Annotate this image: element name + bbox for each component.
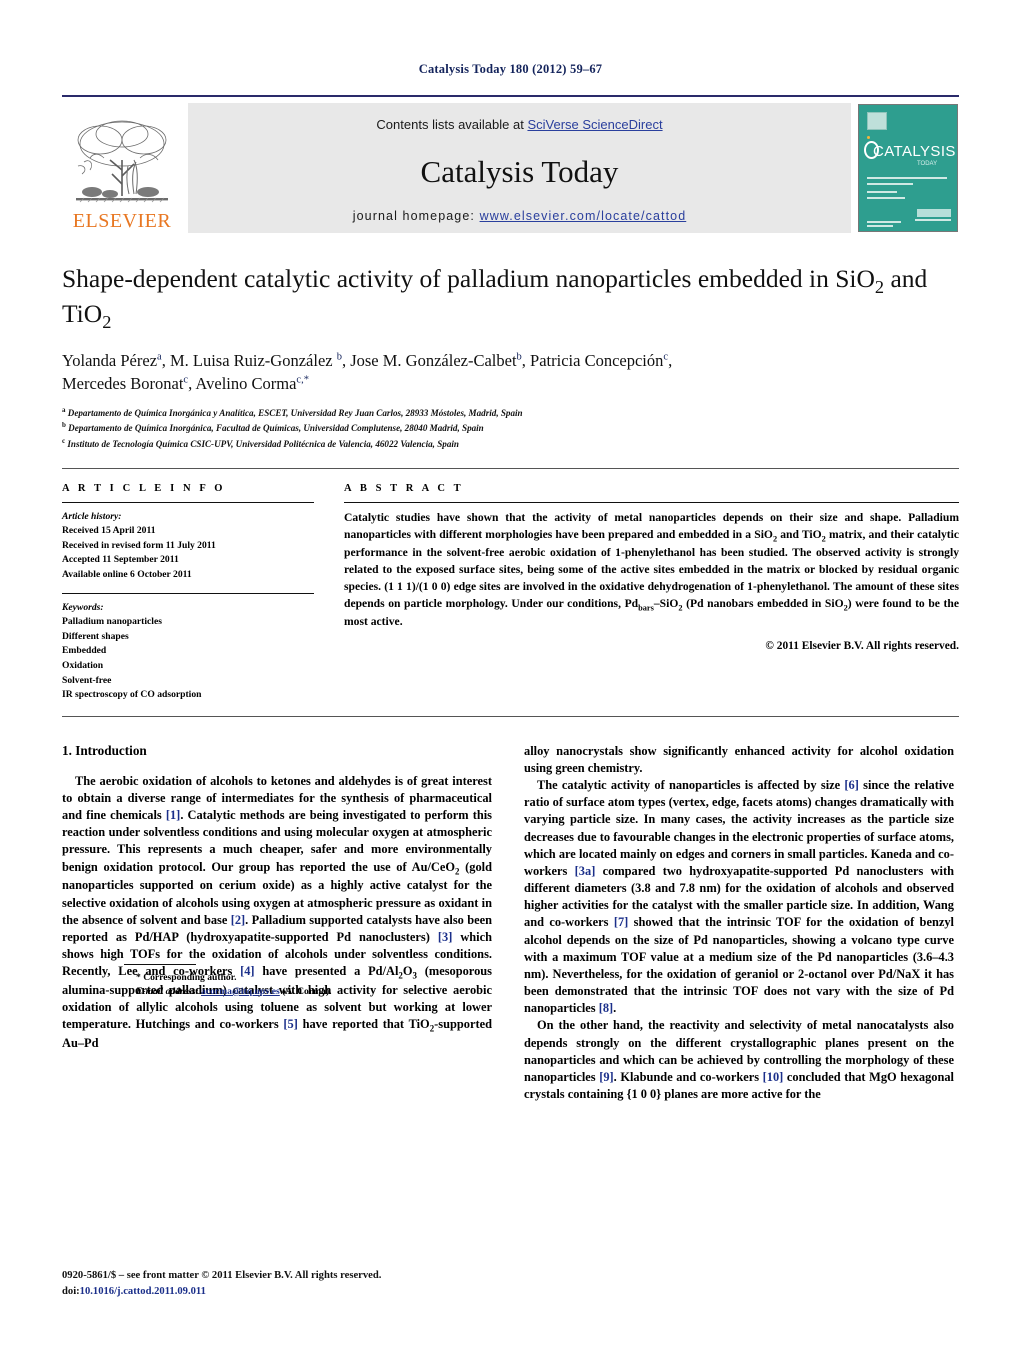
journal-homepage-line: journal homepage: www.elsevier.com/locat… (353, 209, 687, 223)
history-item: Received in revised form 11 July 2011 (62, 539, 216, 551)
keyword-item: Oxidation (62, 659, 104, 671)
homepage-prefix: journal homepage: (352, 209, 480, 223)
abstract-body: Catalytic studies have shown that the ac… (344, 510, 959, 629)
corresponding-author-footnote: * Corresponding author. E-mail address: … (124, 963, 554, 1000)
journal-cover-thumbnail[interactable]: CATALYSIS TODAY (857, 103, 959, 233)
cover-journal-subtitle: TODAY (917, 161, 938, 167)
keyword-item: IR spectroscopy of CO adsorption (62, 689, 202, 701)
elsevier-logo: ELSEVIER (62, 103, 182, 233)
contents-prefix: Contents lists available at (376, 117, 528, 132)
history-item: Available online 6 October 2011 (62, 569, 192, 581)
title-rule (62, 467, 959, 469)
abstract-copyright: © 2011 Elsevier B.V. All rights reserved… (765, 640, 959, 653)
info-abstract-row: A R T I C L E I N F O Article history: R… (62, 483, 959, 703)
keywords-separator (62, 592, 314, 594)
keyword-item: Different shapes (62, 630, 129, 642)
cover-dot-icon (867, 136, 870, 139)
footnote-rule (124, 963, 196, 965)
contents-available-line: Contents lists available at SciVerse Sci… (376, 117, 662, 132)
body-paragraph: The aerobic oxidation of alcohols to ket… (62, 773, 492, 1051)
affiliation-list: a Departamento de Química Inorgánica y A… (62, 405, 959, 452)
keyword-item: Embedded (62, 645, 107, 657)
abstract-rule (344, 501, 959, 503)
section-heading-introduction: 1. Introduction (62, 742, 147, 758)
footnote-text: * Corresponding author. E-mail address: … (124, 971, 554, 1000)
body-paragraph: On the other hand, the reactivity and se… (524, 1018, 954, 1102)
email-label: E-mail address: (136, 985, 199, 997)
keywords-group: Keywords: Palladium nanoparticles Differ… (62, 601, 314, 703)
sciencedirect-link[interactable]: SciVerse ScienceDirect (527, 117, 662, 132)
affiliation-c: c Instituto de Tecnología Química CSIC-U… (62, 437, 459, 450)
article-history-label: Article history: (62, 510, 122, 522)
doi-label: doi: (62, 1285, 80, 1297)
elsevier-tree-icon (70, 114, 174, 210)
article-info-rule (62, 501, 314, 503)
author-list: Yolanda Péreza, M. Luisa Ruiz-González b… (62, 350, 673, 393)
keyword-item: Palladium nanoparticles (62, 616, 162, 628)
corresponding-author-note: * Corresponding author. (136, 971, 237, 983)
article-history-group: Article history: Received 15 April 2011 … (62, 510, 314, 583)
issn-copyright-line: 0920-5861/$ – see front matter © 2011 El… (62, 1270, 382, 1282)
title-block: Shape-dependent catalytic activity of pa… (62, 263, 959, 452)
email-line: E-mail address: acorma@itq.upv.es (A. Co… (136, 985, 554, 999)
banner-center: Contents lists available at SciVerse Sci… (188, 103, 851, 233)
abstract-heading: A B S T R A C T (344, 482, 464, 494)
page-footer: 0920-5861/$ – see front matter © 2011 El… (62, 1268, 582, 1299)
history-item: Accepted 11 September 2011 (62, 554, 179, 566)
history-item: Received 15 April 2011 (62, 525, 156, 537)
keywords-label: Keywords: (62, 601, 104, 613)
page-title: Shape-dependent catalytic activity of pa… (62, 264, 928, 333)
body-column-left: 1. Introduction The aerobic oxidation of… (62, 743, 492, 1104)
abstract-column: A B S T R A C T Catalytic studies have s… (344, 483, 959, 703)
journal-banner: ELSEVIER Contents lists available at Sci… (62, 95, 959, 233)
body-columns: 1. Introduction The aerobic oxidation of… (62, 743, 959, 1104)
cover-journal-title: CATALYSIS (873, 143, 956, 160)
email-owner: (A. Corma). (282, 985, 332, 997)
body-column-right: alloy nanocrystals show significantly en… (524, 743, 954, 1104)
keyword-item: Solvent-free (62, 674, 112, 686)
journal-homepage-link[interactable]: www.elsevier.com/locate/cattod (480, 209, 687, 223)
paper-page: Catalysis Today 180 (2012) 59–67 ELSEVIE… (0, 0, 1021, 1351)
body-paragraph: alloy nanocrystals show significantly en… (524, 743, 954, 775)
running-head: Catalysis Today 180 (2012) 59–67 (418, 62, 603, 76)
journal-title: Catalysis Today (420, 154, 619, 189)
abstract-bottom-rule (62, 715, 959, 717)
doi-value: 10.1016/j.cattod.2011.09.011 (79, 1285, 206, 1297)
doi-line: doi:10.1016/j.cattod.2011.09.011 (62, 1284, 582, 1299)
body-paragraph: The catalytic activity of nanoparticles … (524, 778, 955, 1016)
article-info-column: A R T I C L E I N F O Article history: R… (62, 483, 314, 703)
cover-elsevier-mark (867, 112, 887, 130)
article-info-heading: A R T I C L E I N F O (62, 482, 226, 494)
author-email-link[interactable]: acorma@itq.upv.es (201, 986, 280, 997)
affiliation-a: a Departamento de Química Inorgánica y A… (62, 405, 523, 418)
affiliation-b: b Departamento de Química Inorgánica, Fa… (62, 421, 484, 434)
elsevier-wordmark: ELSEVIER (72, 210, 172, 232)
